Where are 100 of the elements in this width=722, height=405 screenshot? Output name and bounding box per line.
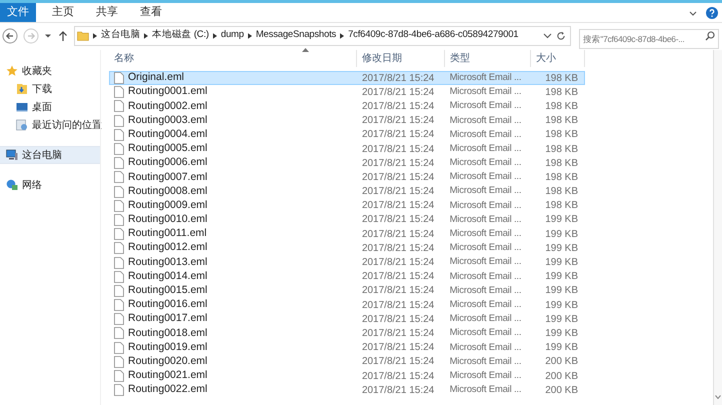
search-field[interactable]: 搜索"7cf6409c-87d8-4be6-... (579, 28, 719, 48)
file-icon (114, 100, 124, 112)
column-header[interactable]: 修改日期 (357, 50, 445, 67)
breadcrumb-arrow-icon[interactable] (93, 32, 97, 38)
file-size: 199 KB (544, 242, 580, 256)
dropdown-caret-icon[interactable] (44, 32, 52, 40)
file-row[interactable]: Routing0016.eml 2017/8/21 15:24 Microsoft Email ... 199 KB (109, 298, 585, 312)
file-name: Routing0011.eml (128, 226, 207, 242)
file-name: Routing0014.eml (128, 268, 208, 284)
help-icon[interactable] (706, 6, 718, 18)
file-size: 200 KB (544, 370, 580, 384)
sidebar-item[interactable]: 网络 (0, 176, 100, 194)
ribbon-tab[interactable]: 共享 (90, 3, 124, 22)
file-row[interactable]: Routing0001.eml 2017/8/21 15:24 Microsoft Email ... 198 KB (109, 85, 585, 100)
breadcrumb-arrow-icon[interactable] (144, 32, 148, 38)
desktop-icon (16, 101, 28, 113)
file-row[interactable]: Routing0009.eml 2017/8/21 15:24 Microsoft Email ... 198 KB (109, 198, 585, 213)
breadcrumb-item[interactable]: 本地磁盘 (C:) (152, 28, 209, 43)
breadcrumb-arrow-icon[interactable] (340, 32, 344, 38)
file-name: Routing0006.eml (128, 155, 208, 170)
file-row[interactable]: Routing0019.eml 2017/8/21 15:24 Microsoft Email ... 199 KB (109, 340, 585, 355)
scroll-down-icon[interactable] (715, 395, 721, 399)
file-type: Microsoft Email ... (448, 142, 522, 156)
ribbon-tab[interactable]: 文件 (0, 3, 36, 22)
file-icon (114, 186, 124, 198)
modified-date: 2017/8/21 15:24 (360, 326, 436, 341)
up-arrow-icon[interactable] (57, 30, 69, 42)
modified-date: 2017/8/21 15:24 (360, 370, 436, 384)
file-row[interactable]: Routing0014.eml 2017/8/21 15:24 Microsoft Email ... 199 KB (109, 270, 585, 284)
file-size: 199 KB (544, 341, 580, 356)
sidebar-item[interactable]: 桌面 (10, 98, 100, 116)
file-type: Microsoft Email ... (448, 326, 522, 340)
refresh-icon[interactable] (556, 30, 566, 40)
file-type: Microsoft Email ... (448, 340, 522, 355)
breadcrumb-item[interactable]: 这台电脑 (101, 28, 140, 43)
address-bar[interactable]: 这台电脑 本地磁盘 (C:) dump MessageSnapshots 7cf6409c-87d8-4be6-a686-c05894279001 (74, 26, 571, 46)
file-row[interactable]: Routing0011.eml 2017/8/21 15:24 Microsoft Email ... 199 KB (109, 227, 585, 242)
file-row[interactable]: Routing0007.eml 2017/8/21 15:24 Microsoft Email ... 198 KB (109, 170, 585, 184)
file-row[interactable]: Routing0022.eml 2017/8/21 15:24 Microsoft Email ... 200 KB (109, 383, 585, 398)
file-row[interactable]: Routing0017.eml 2017/8/21 15:24 Microsoft Email ... 199 KB (109, 312, 585, 326)
file-size: 199 KB (544, 270, 580, 284)
modified-date: 2017/8/21 15:24 (360, 128, 436, 142)
file-row[interactable]: Routing0010.eml 2017/8/21 15:24 Microsoft Email ... 199 KB (109, 212, 585, 228)
breadcrumb-item[interactable]: 7cf6409c-87d8-4be6-a686-c05894279001 (348, 28, 518, 43)
file-row[interactable]: Routing0018.eml 2017/8/21 15:24 Microsoft Email ... 199 KB (109, 326, 585, 341)
breadcrumb-item[interactable]: dump (220, 28, 244, 43)
computer-icon (6, 149, 18, 161)
file-size: 199 KB (544, 284, 580, 298)
file-name: Routing0010.eml (128, 212, 208, 228)
file-name: Routing0002.eml (128, 98, 208, 114)
file-type: Microsoft Email ... (448, 255, 522, 270)
file-size: 200 KB (544, 355, 580, 370)
file-row[interactable]: Routing0012.eml 2017/8/21 15:24 Microsoft Email ... 199 KB (109, 241, 585, 256)
file-size: 198 KB (544, 156, 580, 171)
file-row[interactable]: Routing0004.eml 2017/8/21 15:24 Microsoft Email ... 198 KB (109, 128, 585, 142)
file-type: Microsoft Email ... (448, 354, 522, 369)
sidebar-item[interactable]: 这台电脑 (0, 146, 100, 164)
file-row[interactable]: Routing0020.eml 2017/8/21 15:24 Microsoft Email ... 200 KB (109, 354, 585, 369)
modified-date: 2017/8/21 15:24 (360, 199, 436, 214)
column-header[interactable]: 类型 (445, 50, 531, 67)
file-name: Routing0009.eml (128, 198, 208, 213)
file-size: 198 KB (544, 86, 580, 100)
modified-date: 2017/8/21 15:24 (360, 242, 436, 256)
column-header[interactable]: 大小 (531, 50, 585, 67)
ribbon-tab[interactable]: 主页 (46, 3, 80, 22)
modified-date: 2017/8/21 15:24 (360, 298, 436, 313)
file-type: Microsoft Email ... (448, 156, 522, 170)
file-row[interactable]: Routing0015.eml 2017/8/21 15:24 Microsoft Email ... 199 KB (109, 284, 585, 298)
modified-date: 2017/8/21 15:24 (360, 228, 436, 242)
breadcrumb-arrow-icon[interactable] (248, 32, 252, 38)
back-icon[interactable] (2, 28, 18, 44)
dropdown-caret-icon[interactable] (543, 31, 552, 40)
file-row[interactable]: Routing0021.eml 2017/8/21 15:24 Microsoft Email ... 200 KB (109, 368, 585, 384)
file-name: Routing0015.eml (128, 283, 208, 298)
file-row[interactable]: Routing0006.eml 2017/8/21 15:24 Microsoft Email ... 198 KB (109, 156, 585, 170)
ribbon-tab[interactable]: 查看 (134, 3, 168, 22)
folder-download-icon (16, 83, 28, 95)
breadcrumb-arrow-icon[interactable] (212, 32, 217, 38)
file-icon (114, 342, 124, 354)
file-row[interactable]: Routing0005.eml 2017/8/21 15:24 Microsoft Email ... 198 KB (109, 142, 585, 156)
modified-date: 2017/8/21 15:24 (360, 72, 436, 86)
sidebar-item[interactable]: 收藏夹 (0, 62, 100, 80)
file-row[interactable]: Routing0013.eml 2017/8/21 15:24 Microsoft Email ... 199 KB (109, 255, 585, 270)
file-row[interactable]: Original.eml 2017/8/21 15:24 Microsoft Email ... 198 KB (109, 71, 585, 86)
file-name: Original.eml (128, 70, 184, 86)
file-row[interactable]: Routing0003.eml 2017/8/21 15:24 Microsoft Email ... 198 KB (109, 114, 585, 128)
modified-date: 2017/8/21 15:24 (360, 312, 436, 327)
file-size: 199 KB (544, 213, 580, 228)
network-icon (6, 179, 18, 191)
file-row[interactable]: Routing0008.eml 2017/8/21 15:24 Microsoft Email ... 198 KB (109, 184, 585, 199)
sidebar-item[interactable]: 下载 (10, 80, 100, 98)
file-row[interactable]: Routing0002.eml 2017/8/21 15:24 Microsoft Email ... 198 KB (109, 99, 585, 114)
file-size: 198 KB (544, 114, 580, 128)
file-icon (114, 114, 124, 127)
file-name: Routing0020.eml (128, 354, 208, 369)
file-icon (114, 284, 124, 297)
file-icon (114, 228, 124, 240)
file-type: Microsoft Email ... (448, 227, 522, 242)
modified-date: 2017/8/21 15:24 (360, 142, 436, 157)
breadcrumb-item[interactable]: MessageSnapshots (256, 28, 336, 43)
